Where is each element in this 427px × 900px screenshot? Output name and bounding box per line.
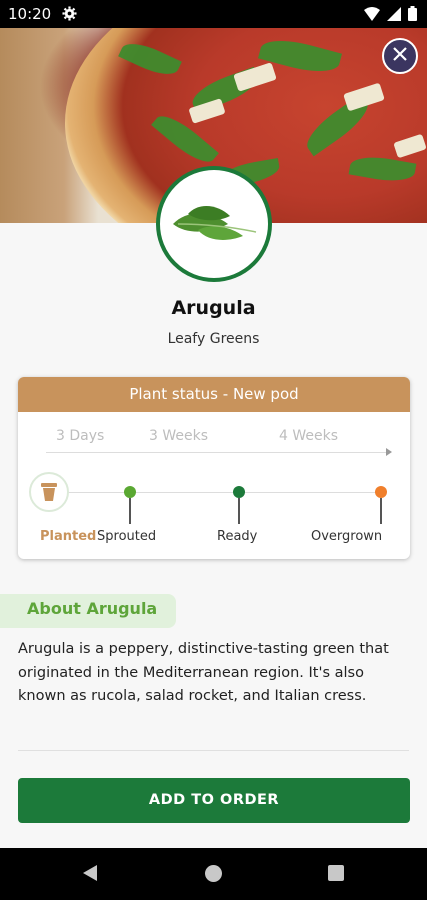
arugula-leaves-image <box>173 205 257 240</box>
status-time: 10:20 <box>8 5 52 23</box>
plant-status-header: Plant status - New pod <box>18 377 410 412</box>
gear-icon <box>62 6 77 25</box>
plant-name: Arugula <box>171 297 256 319</box>
battery-icon <box>408 6 417 25</box>
stage-stem <box>380 498 382 524</box>
stage-dot-sprouted <box>124 486 136 498</box>
stage-label-planted: Planted <box>40 529 97 544</box>
about-title: About Arugula <box>27 599 158 618</box>
duration-label: 3 Weeks <box>149 428 209 444</box>
plant-status-card: Plant status - New pod 3 Days 3 Weeks 4 … <box>18 377 410 559</box>
system-nav-bar <box>0 848 427 900</box>
stage-label-overgrown: Overgrown <box>311 529 383 544</box>
plant-detail-screen: 10:20 Arugula Leafy Greens Plant status … <box>0 0 427 900</box>
stage-dot-overgrown <box>375 486 387 498</box>
planted-stage-marker <box>29 472 69 512</box>
stage-line <box>50 492 380 493</box>
close-button[interactable] <box>382 38 418 74</box>
about-description: Arugula is a peppery, distinctive-tastin… <box>18 641 389 704</box>
pot-icon <box>41 483 57 501</box>
stage-label-sprouted: Sprouted <box>97 529 157 544</box>
signal-icon <box>387 6 401 25</box>
stage-stem <box>129 498 131 524</box>
stage-stem <box>238 498 240 524</box>
recent-apps-icon[interactable] <box>328 865 344 881</box>
duration-line <box>46 452 386 453</box>
arrow-right-icon <box>386 448 392 456</box>
plant-category: Leafy Greens <box>167 331 260 347</box>
stage-dot-ready <box>233 486 245 498</box>
status-bar: 10:20 <box>0 0 427 28</box>
stage-label-ready: Ready <box>217 529 258 544</box>
duration-label: 4 Weeks <box>279 428 339 444</box>
plant-status-title: Plant status - New pod <box>129 385 299 403</box>
home-icon[interactable] <box>205 865 222 882</box>
add-to-order-button[interactable]: ADD TO ORDER <box>18 778 410 823</box>
back-icon[interactable] <box>82 864 98 886</box>
wifi-icon <box>364 6 380 25</box>
divider <box>18 750 409 751</box>
duration-label: 3 Days <box>56 428 105 444</box>
close-icon <box>392 46 408 66</box>
plant-avatar <box>156 166 272 282</box>
duration-timeline: 3 Days 3 Weeks 4 Weeks <box>18 412 410 457</box>
